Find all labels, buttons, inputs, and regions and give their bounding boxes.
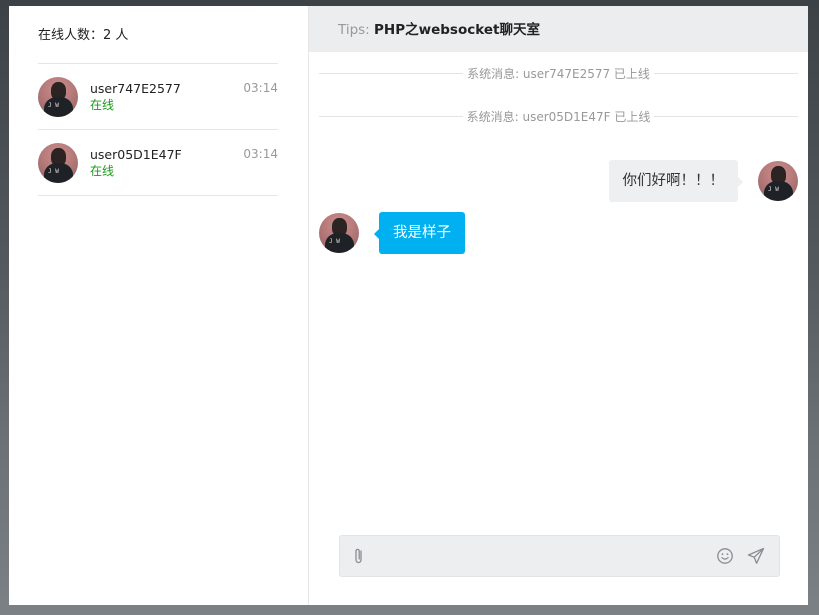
user-avatar[interactable]: J W xyxy=(758,161,798,201)
user-status: 在线 xyxy=(90,163,115,178)
message-row-self: 你们好啊！！！ J W xyxy=(319,160,798,202)
user-time: 03:14 xyxy=(243,147,278,161)
system-message-text: 系统消息: user05D1E47F 已上线 xyxy=(462,110,655,124)
user-time: 03:14 xyxy=(243,81,278,95)
online-count: 在线人数：2 人 xyxy=(38,6,278,64)
user-avatar[interactable]: J W xyxy=(319,213,359,253)
chat-window: 在线人数：2 人 J W user747E2577 在线 03:14 J W u… xyxy=(9,6,808,605)
chat-header: Tips: PHP之websocket聊天室 xyxy=(309,6,808,52)
online-count-value: 2 人 xyxy=(103,28,129,43)
online-count-label: 在线人数： xyxy=(38,28,104,43)
message-row-other: J W 我是样子 xyxy=(319,212,798,254)
paperclip-icon[interactable] xyxy=(349,546,369,566)
system-message-text: 系统消息: user747E2577 已上线 xyxy=(463,67,654,81)
chat-panel: Tips: PHP之websocket聊天室 系统消息: user747E257… xyxy=(309,6,808,605)
tips-label: Tips: xyxy=(338,22,375,38)
message-list[interactable]: 系统消息: user747E2577 已上线 系统消息: user05D1E47… xyxy=(309,52,808,605)
user-avatar[interactable]: J W xyxy=(38,76,78,117)
system-message: 系统消息: user747E2577 已上线 xyxy=(319,52,798,95)
smiley-icon[interactable] xyxy=(715,546,735,566)
paper-plane-icon[interactable] xyxy=(746,546,766,566)
user-list-item[interactable]: J W user747E2577 在线 03:14 xyxy=(38,64,278,130)
message-input[interactable] xyxy=(369,536,715,576)
message-bubble: 我是样子 xyxy=(374,212,465,254)
user-list-item[interactable]: J W user05D1E47F 在线 03:14 xyxy=(38,130,278,196)
message-composer xyxy=(339,535,780,577)
message-bubble: 你们好啊！！！ xyxy=(608,160,743,202)
online-users-sidebar: 在线人数：2 人 J W user747E2577 在线 03:14 J W u… xyxy=(9,6,309,605)
user-status: 在线 xyxy=(90,97,115,112)
system-message: 系统消息: user05D1E47F 已上线 xyxy=(319,95,798,138)
user-avatar[interactable]: J W xyxy=(38,142,78,183)
chat-title: PHP之websocket聊天室 xyxy=(374,22,540,38)
